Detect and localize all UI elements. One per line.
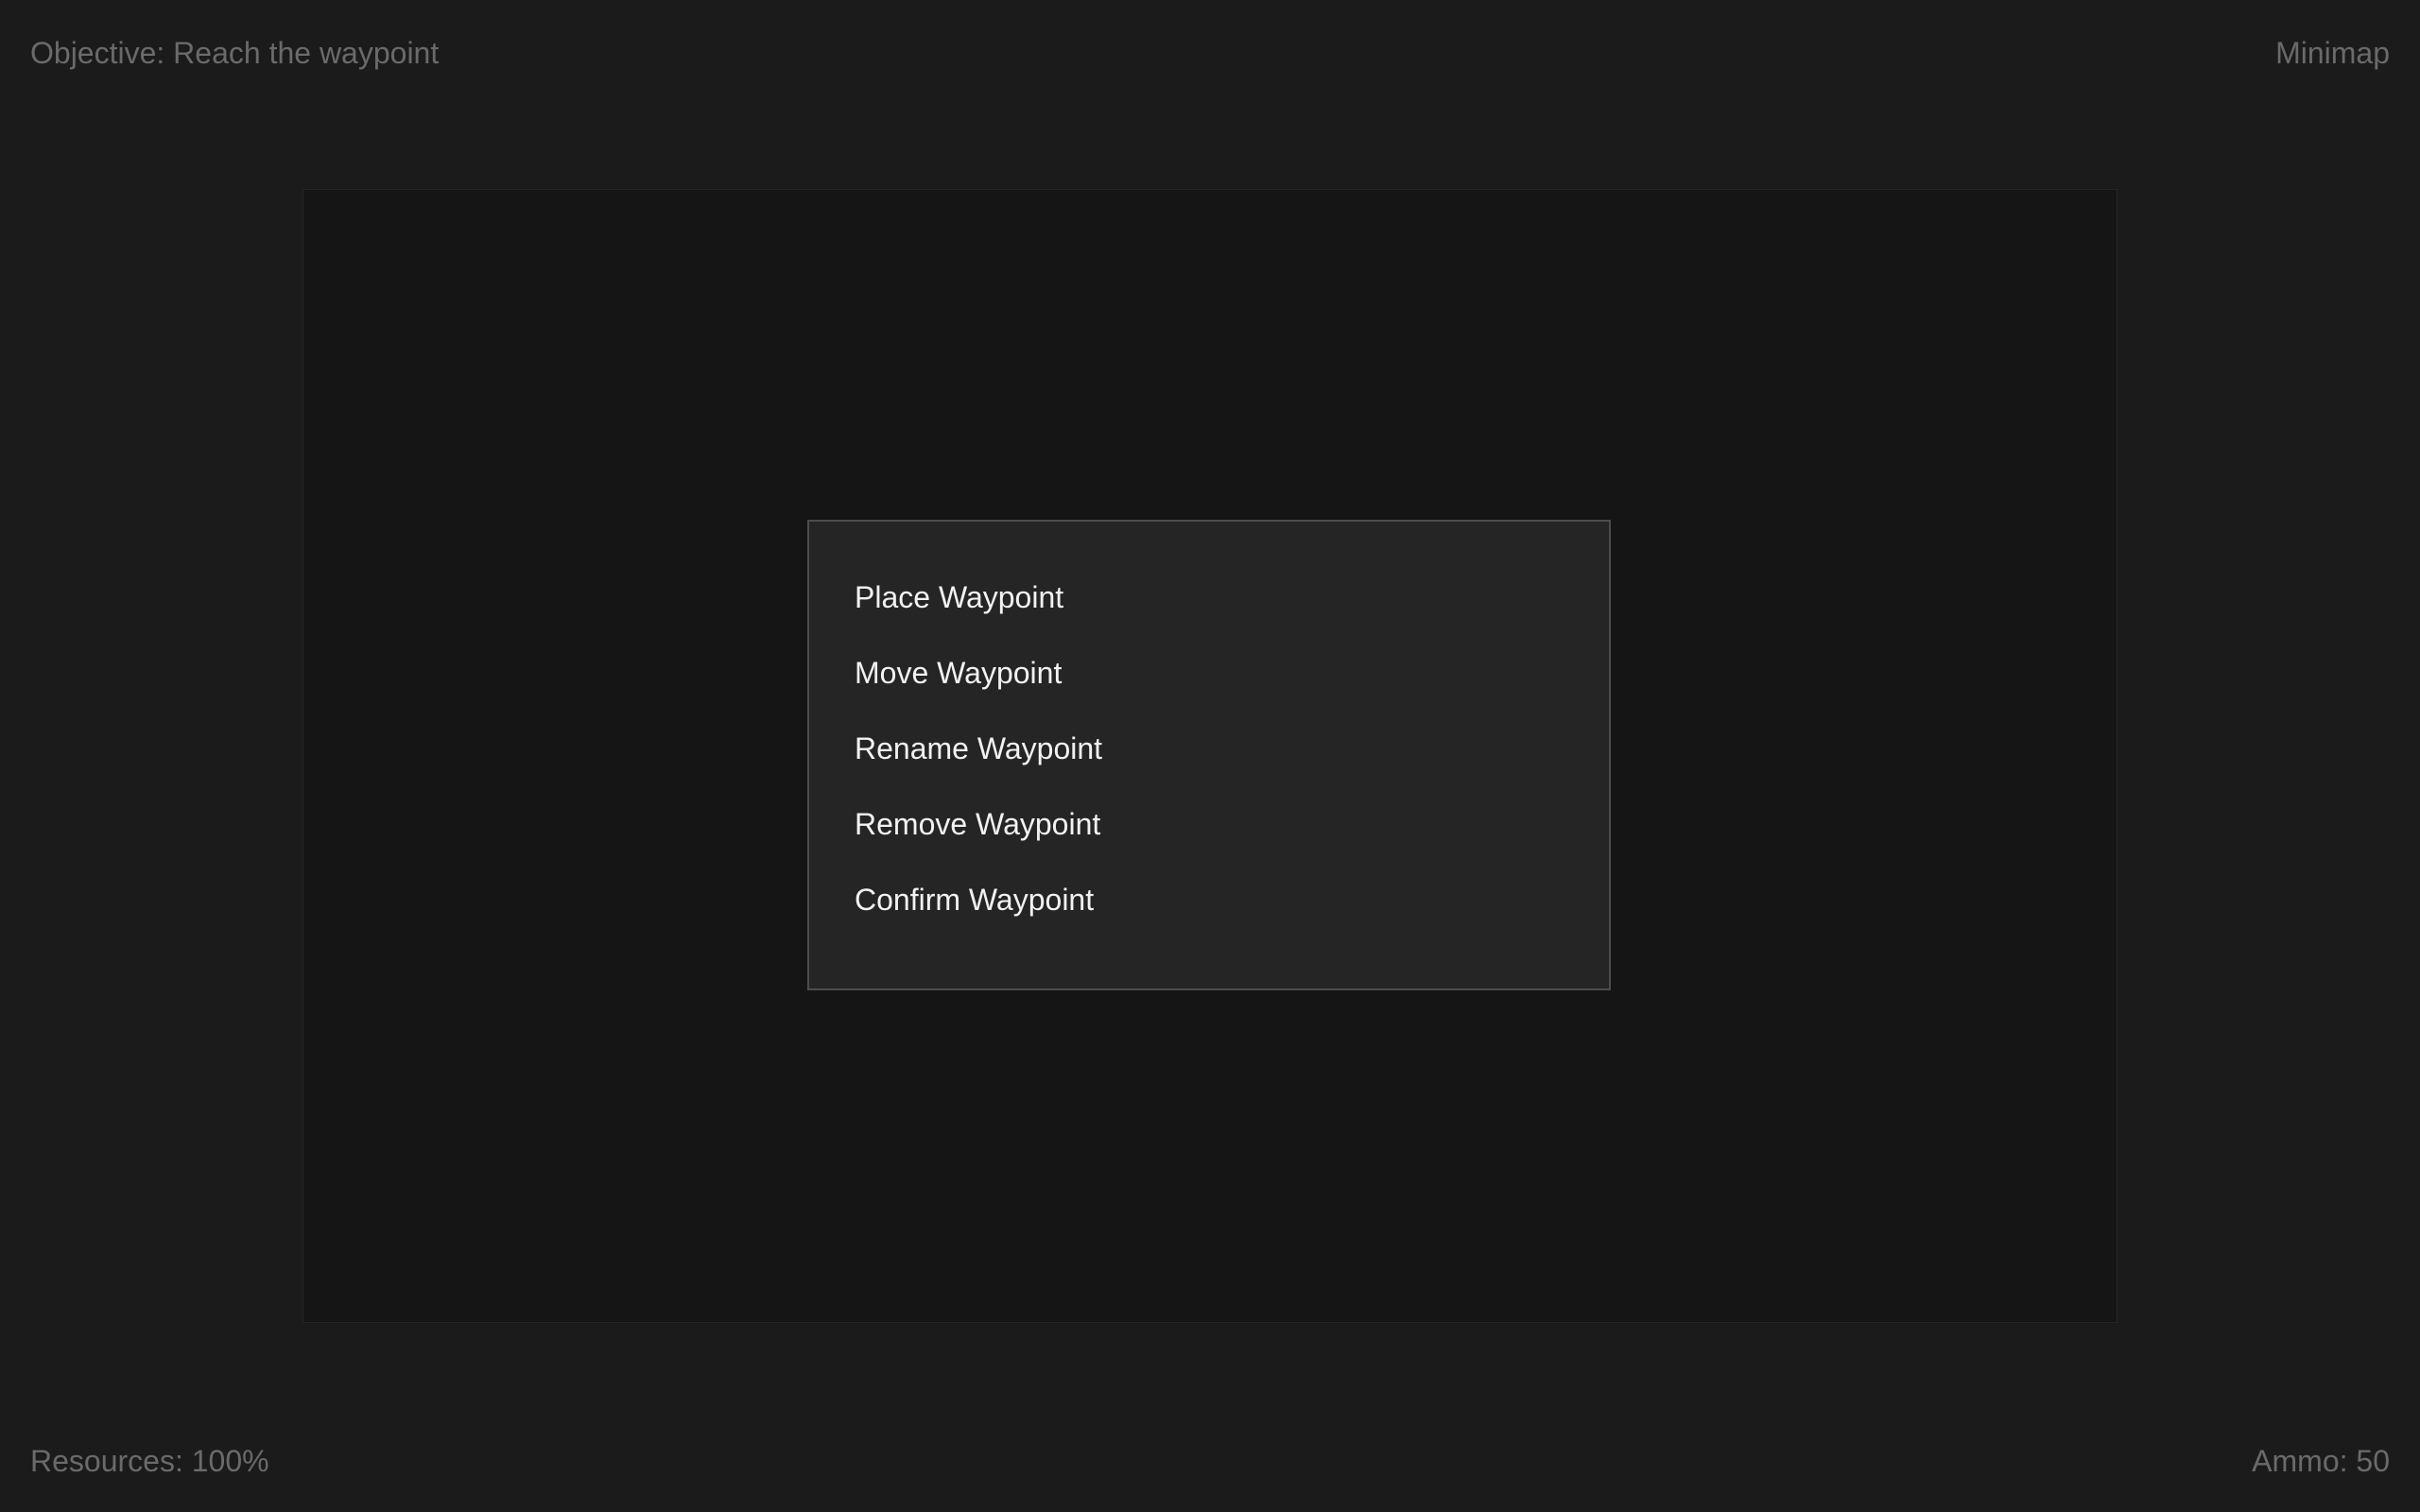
- menu-item-rename-waypoint[interactable]: Rename Waypoint: [855, 730, 1564, 805]
- menu-item-move-waypoint[interactable]: Move Waypoint: [855, 654, 1564, 730]
- resources-readout: Resources: 100%: [30, 1444, 269, 1478]
- game-screen: Objective: Reach the waypoint Minimap Pl…: [0, 0, 2420, 1512]
- menu-item-place-waypoint[interactable]: Place Waypoint: [855, 578, 1564, 654]
- menu-item-confirm-waypoint[interactable]: Confirm Waypoint: [855, 881, 1564, 956]
- objective-text: Objective: Reach the waypoint: [30, 36, 440, 70]
- ammo-readout: Ammo: 50: [2252, 1444, 2390, 1478]
- menu-item-remove-waypoint[interactable]: Remove Waypoint: [855, 805, 1564, 881]
- waypoint-context-menu: Place Waypoint Move Waypoint Rename Wayp…: [807, 520, 1611, 990]
- minimap-label[interactable]: Minimap: [2275, 38, 2390, 68]
